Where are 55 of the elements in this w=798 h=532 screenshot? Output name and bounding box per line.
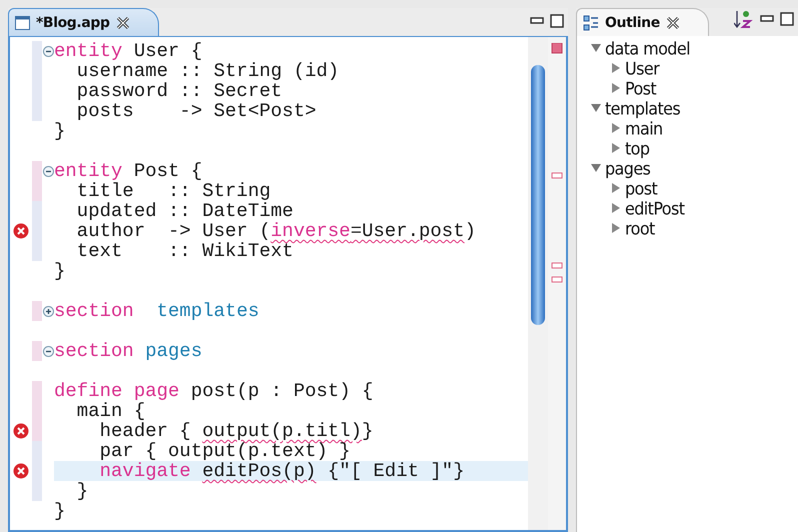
code-line: } (54, 501, 66, 521)
outline-item[interactable]: data model (605, 38, 690, 58)
scroll-thumb[interactable] (531, 65, 545, 325)
code-editor[interactable] (8, 36, 568, 532)
maximize-button[interactable] (780, 12, 794, 26)
code-line: define page post(p : Post) { (54, 379, 374, 401)
editor-tab[interactable]: *Blog.app (8, 8, 159, 36)
expanded-arrow-icon[interactable] (591, 103, 601, 113)
outline-item[interactable]: main (625, 118, 663, 138)
outline-item[interactable]: post (625, 178, 658, 198)
code-line: title :: String (76, 181, 272, 201)
code-line: posts -> Set<Post> (76, 101, 318, 121)
code-line: } (54, 121, 66, 141)
code-line: username :: String (id) (76, 61, 340, 81)
outline-item[interactable]: Post (625, 78, 656, 98)
sort-icon[interactable] (734, 10, 754, 28)
code-line: entity Post { (54, 159, 204, 181)
close-icon[interactable] (116, 16, 130, 30)
code-line: section pages (54, 339, 204, 361)
collapsed-arrow-icon[interactable] (611, 123, 621, 133)
code-line: par { output(p.text) } (98, 441, 352, 461)
collapse-icon[interactable] (42, 46, 54, 56)
collapsed-arrow-icon[interactable] (611, 203, 621, 213)
outline-item[interactable]: top (625, 138, 650, 158)
outline-tab[interactable]: Outline (576, 8, 709, 36)
code-line: main { (76, 401, 146, 421)
scrollbar[interactable] (528, 37, 548, 530)
outline-item[interactable]: User (625, 58, 660, 78)
code-line: } (76, 481, 90, 501)
collapsed-arrow-icon[interactable] (611, 143, 621, 153)
collapsed-arrow-icon[interactable] (611, 183, 621, 193)
maximize-button[interactable] (550, 14, 564, 28)
collapsed-arrow-icon[interactable] (611, 83, 621, 93)
code-line: entity User { (54, 41, 204, 61)
code-line: text :: WikiText (76, 241, 294, 261)
outline-item[interactable]: templates (605, 98, 680, 118)
expanded-arrow-icon[interactable] (591, 43, 601, 53)
code-line: updated :: DateTime (76, 201, 294, 221)
outline-icon (583, 14, 599, 30)
expand-icon[interactable] (42, 306, 54, 316)
code-line: section templates (54, 299, 260, 321)
outline-item[interactable]: editPost (625, 198, 684, 218)
code-line: password :: Secret (76, 81, 284, 101)
window-icon (15, 16, 30, 30)
code-line: author -> User (inverse=User.post) (76, 221, 477, 241)
outline-item[interactable]: root (625, 218, 655, 238)
collapse-icon[interactable] (42, 346, 54, 356)
code-line: header { output(p.titl)} (98, 421, 374, 441)
collapsed-arrow-icon[interactable] (611, 223, 621, 233)
outline-item[interactable]: pages (605, 158, 650, 178)
collapse-icon[interactable] (42, 166, 54, 176)
code-line: } (54, 261, 66, 281)
collapsed-arrow-icon[interactable] (611, 63, 621, 73)
expanded-arrow-icon[interactable] (591, 163, 601, 173)
close-icon[interactable] (666, 16, 680, 30)
